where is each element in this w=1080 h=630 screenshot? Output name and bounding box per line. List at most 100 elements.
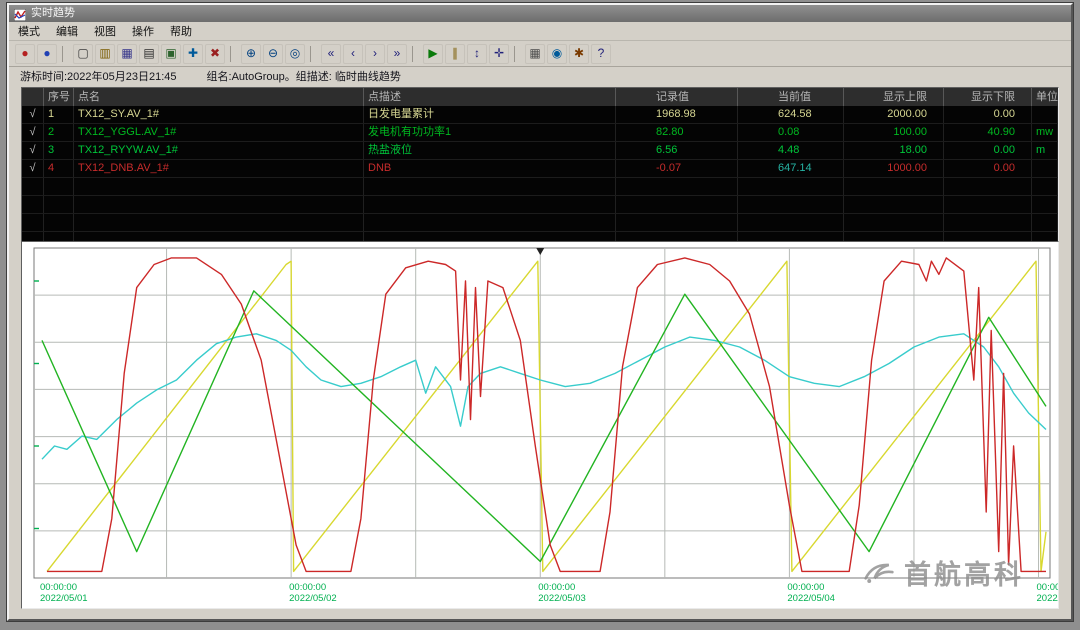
table-row-empty[interactable] — [22, 214, 1058, 232]
menu-item-2[interactable]: 编辑 — [56, 23, 78, 39]
cell-unit — [1032, 106, 1058, 123]
cell-no: 4 — [44, 160, 74, 177]
crosshair-icon[interactable]: ✛ — [489, 44, 509, 64]
watermark-logo-icon — [861, 557, 897, 589]
cell-cur: 0.08 — [738, 124, 844, 141]
open-trend-icon[interactable]: ▥ — [95, 44, 115, 64]
cell-no: 3 — [44, 142, 74, 159]
cell-name — [74, 196, 364, 213]
cell-name: TX12_RYYW.AV_1# — [74, 142, 364, 159]
cell-lo — [944, 214, 1032, 231]
cell-name: TX12_DNB.AV_1# — [74, 160, 364, 177]
table-row[interactable]: √1TX12_SY.AV_1#日发电量累计1968.98624.582000.0… — [22, 106, 1058, 124]
x-tick-time: 00:00:00 — [787, 582, 824, 593]
titlebar[interactable]: 实时趋势 — [9, 5, 1071, 22]
cell-no — [44, 196, 74, 213]
vertical-cursor-icon[interactable]: ↕ — [467, 44, 487, 64]
menu-item-4[interactable]: 操作 — [132, 23, 154, 39]
cell-desc: 发电机有功功率1 — [364, 124, 616, 141]
cell-no — [44, 214, 74, 231]
x-tick-date: 2022/05/04 — [787, 593, 835, 604]
print-icon[interactable]: ▤ — [139, 44, 159, 64]
x-tick-time: 00:00:00 — [40, 582, 77, 593]
cell-name: TX12_YGGL.AV_1# — [74, 124, 364, 141]
cell-cur — [738, 196, 844, 213]
cell-unit — [1032, 160, 1058, 177]
cell-unit — [1032, 214, 1058, 231]
app-icon — [14, 8, 26, 20]
cell-lo: 40.90 — [944, 124, 1032, 141]
settings-icon[interactable]: ✱ — [569, 44, 589, 64]
realtime-mode-icon[interactable]: ● — [15, 44, 35, 64]
watermark: 首航高科 — [861, 553, 1024, 592]
header-cell-lo: 显示下限 — [944, 88, 1032, 106]
find-icon[interactable]: ◉ — [547, 44, 567, 64]
x-tick-time: 00:00:00 — [289, 582, 326, 593]
cell-unit: m — [1032, 142, 1058, 159]
grid-toggle-icon[interactable]: ▦ — [525, 44, 545, 64]
cell-lo — [944, 178, 1032, 195]
info-line: 游标时间:2022年05月23日21:45 组名:AutoGroup。组描述: … — [9, 67, 1071, 85]
cell-rec — [616, 214, 738, 231]
cell-hi: 18.00 — [844, 142, 944, 159]
table-row[interactable]: √2TX12_YGGL.AV_1#发电机有功功率182.800.08100.00… — [22, 124, 1058, 142]
trend-chart-panel[interactable]: 00:00:002022/05/0100:00:002022/05/0200:0… — [21, 241, 1059, 609]
cell-hi: 100.00 — [844, 124, 944, 141]
cell-cur — [738, 178, 844, 195]
cell-lo: 0.00 — [944, 160, 1032, 177]
cell-check: √ — [22, 124, 44, 141]
cell-desc — [364, 178, 616, 195]
menubar: 模式编辑视图操作帮助 — [9, 22, 1071, 41]
header-cell-check — [22, 88, 44, 106]
cell-hi: 1000.00 — [844, 160, 944, 177]
cell-cur — [738, 214, 844, 231]
cell-desc: 热盐液位 — [364, 142, 616, 159]
cell-desc: 日发电量累计 — [364, 106, 616, 123]
zoom-in-icon[interactable]: ⊕ — [241, 44, 261, 64]
pan-left-icon[interactable]: ‹ — [343, 44, 363, 64]
new-trend-icon[interactable]: ▢ — [73, 44, 93, 64]
table-body: √1TX12_SY.AV_1#日发电量累计1968.98624.582000.0… — [22, 106, 1058, 246]
cell-hi — [844, 178, 944, 195]
menu-item-5[interactable]: 帮助 — [170, 23, 192, 39]
add-point-icon[interactable]: ✚ — [183, 44, 203, 64]
pan-right-fast-icon[interactable]: » — [387, 44, 407, 64]
x-tick-date: 2022/05/05 — [1037, 593, 1058, 604]
cell-unit: mw — [1032, 124, 1058, 141]
cell-no: 2 — [44, 124, 74, 141]
table-row[interactable]: √4TX12_DNB.AV_1#DNB-0.07647.141000.000.0… — [22, 160, 1058, 178]
help-icon[interactable]: ? — [591, 44, 611, 64]
save-trend-icon[interactable]: ▦ — [117, 44, 137, 64]
pan-left-fast-icon[interactable]: « — [321, 44, 341, 64]
delete-point-icon[interactable]: ✖ — [205, 44, 225, 64]
zoom-reset-icon[interactable]: ◎ — [285, 44, 305, 64]
menu-item-3[interactable]: 视图 — [94, 23, 116, 39]
header-cell-hi: 显示上限 — [844, 88, 944, 106]
copy-curve-icon[interactable]: ▣ — [161, 44, 181, 64]
cell-desc: DNB — [364, 160, 616, 177]
cell-hi — [844, 196, 944, 213]
cell-check — [22, 214, 44, 231]
header-cell-desc: 点描述 — [364, 88, 616, 106]
toolbar-separator — [514, 46, 520, 62]
pause-icon[interactable]: ∥ — [445, 44, 465, 64]
table-header: 序号点名点描述记录值当前值显示上限显示下限单位 — [22, 88, 1058, 106]
history-mode-icon[interactable]: ● — [37, 44, 57, 64]
cell-check: √ — [22, 160, 44, 177]
cell-desc — [364, 196, 616, 213]
play-icon[interactable]: ▶ — [423, 44, 443, 64]
cell-name — [74, 178, 364, 195]
pan-right-icon[interactable]: › — [365, 44, 385, 64]
toolbar: ●●▢▥▦▤▣✚✖⊕⊖◎«‹›»▶∥↕✛▦◉✱? — [9, 41, 1071, 67]
zoom-out-icon[interactable]: ⊖ — [263, 44, 283, 64]
cell-cur: 624.58 — [738, 106, 844, 123]
menu-item-1[interactable]: 模式 — [18, 23, 40, 39]
cell-rec: 1968.98 — [616, 106, 738, 123]
cell-rec: 6.56 — [616, 142, 738, 159]
cell-check: √ — [22, 106, 44, 123]
table-row-empty[interactable] — [22, 178, 1058, 196]
table-row-empty[interactable] — [22, 196, 1058, 214]
table-row[interactable]: √3TX12_RYYW.AV_1#热盐液位6.564.4818.000.00m — [22, 142, 1058, 160]
cell-hi: 2000.00 — [844, 106, 944, 123]
window-title: 实时趋势 — [31, 5, 75, 22]
